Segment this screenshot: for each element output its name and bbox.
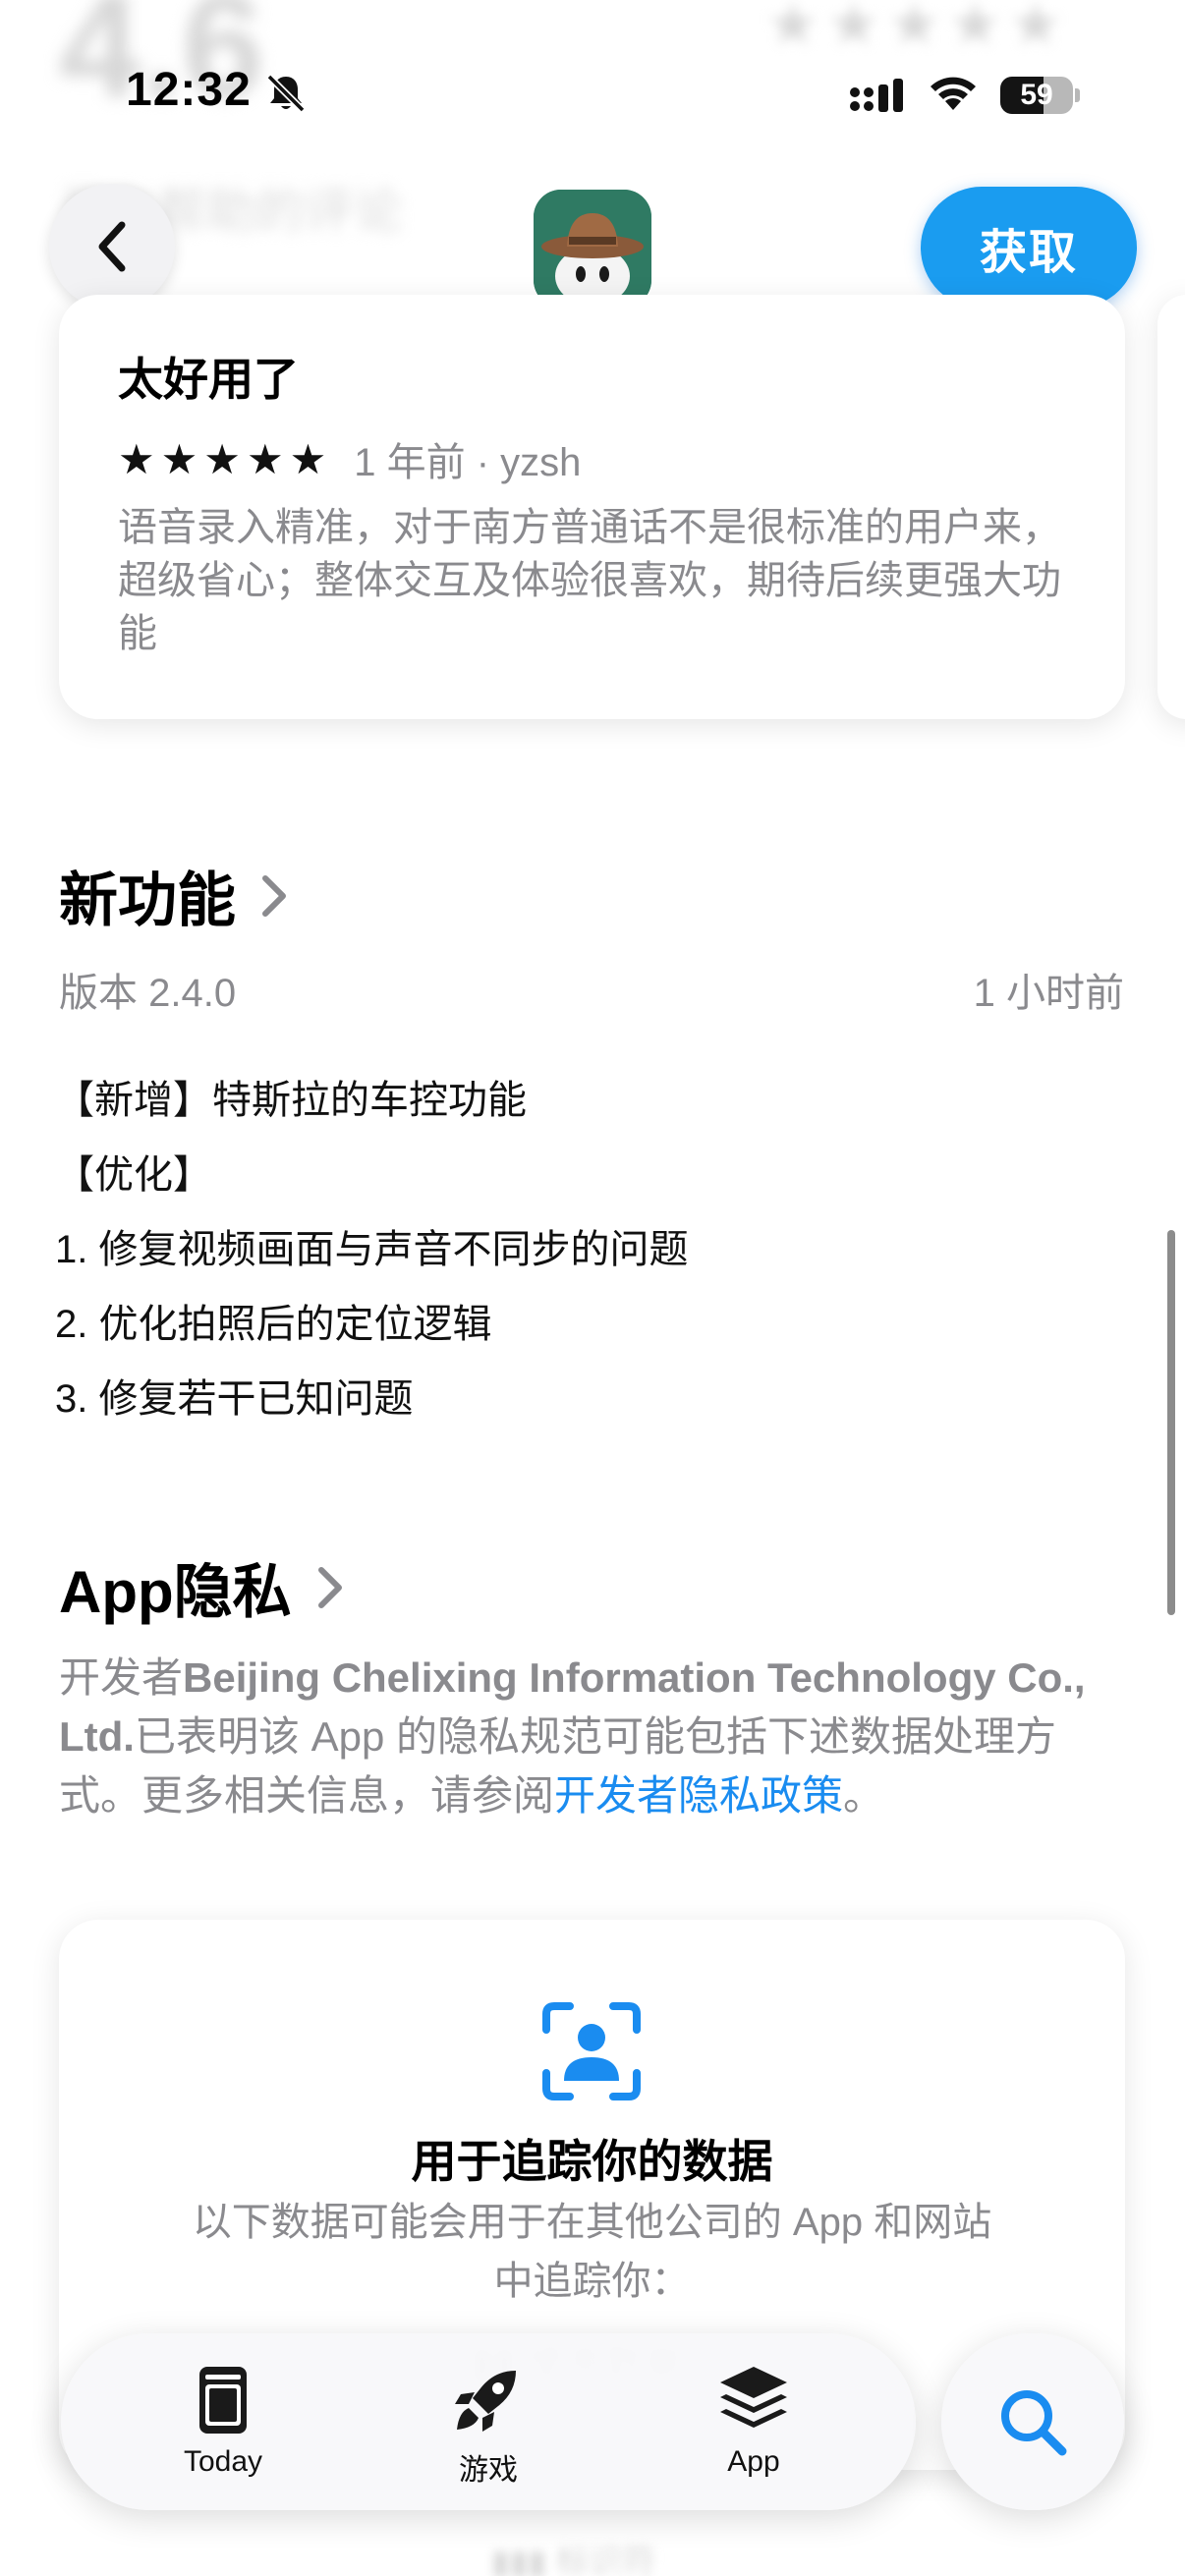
tab-bar: Today 游戏 App [61, 2333, 916, 2510]
bell-mute-icon [266, 74, 306, 113]
back-button[interactable] [49, 184, 175, 309]
tab-apps[interactable]: App [660, 2363, 847, 2491]
review-title: 太好用了 [118, 354, 299, 405]
tab-label: 游戏 [459, 2454, 518, 2487]
battery-icon: 59 [1000, 77, 1080, 114]
privacy-description: 开发者Beijing Chelixing Information Technol… [59, 1649, 1130, 1825]
version-time: 1 小时前 [973, 972, 1124, 1015]
tracking-person-icon [542, 2002, 641, 2100]
cellular-signal-icon [850, 79, 903, 112]
release-note-line: 【优化】 [55, 1153, 212, 1197]
status-bar: 12:32 59 [0, 0, 1185, 187]
chevron-right-icon [262, 874, 286, 917]
release-notes: 【新增】特斯拉的车控功能 【优化】 1. 修复视频画面与声音不同步的问题 2. … [55, 1063, 688, 1436]
review-body: 语音录入精准，对于南方普通话不是很标准的用户来，超级省心；整体交互及体验很喜欢，… [118, 506, 1061, 655]
star-rating: ★★★★★ [118, 435, 333, 482]
app-stack-icon [720, 2367, 787, 2428]
release-note-line: 2. 优化拍照后的定位逻辑 [55, 1303, 492, 1346]
release-note-line: 3. 修复若干已知问题 [55, 1377, 414, 1421]
privacy-desc-prefix: 开发者 [59, 1654, 184, 1701]
search-button[interactable] [941, 2333, 1124, 2510]
background-blur: ▮▮▮ 标识符 [491, 2544, 656, 2576]
next-review-card[interactable] [1157, 295, 1185, 719]
status-time: 12:32 [126, 64, 252, 116]
release-note-line: 【新增】特斯拉的车控功能 [55, 1079, 527, 1122]
tracking-title: 用于追踪你的数据 [411, 2136, 773, 2187]
today-icon [199, 2367, 247, 2434]
cowboy-mascot-icon [534, 190, 651, 308]
version-label: 版本 2.4.0 [59, 972, 237, 1015]
review-meta: ★★★★★ 1 年前 · yzsh [118, 430, 581, 487]
app-privacy-header[interactable]: App隐私 [59, 1544, 347, 1630]
developer-privacy-policy-link[interactable]: 开发者隐私政策 [554, 1772, 843, 1819]
get-button[interactable]: 获取 [921, 187, 1137, 308]
tab-games[interactable]: 游戏 [395, 2363, 582, 2491]
tab-label: App [727, 2445, 780, 2478]
tracking-description: 以下数据可能会用于在其他公司的 App 和网站中追踪你： [192, 2201, 992, 2303]
review-card[interactable]: 太好用了 ★★★★★ 1 年前 · yzsh 语音录入精准，对于南方普通话不是很… [59, 295, 1125, 719]
whats-new-header[interactable]: 新功能 [59, 853, 291, 938]
search-icon [1001, 2390, 1067, 2456]
chevron-right-icon [317, 1566, 342, 1608]
release-note-line: 1. 修复视频画面与声音不同步的问题 [55, 1228, 689, 1271]
app-icon [534, 190, 651, 308]
privacy-desc-suffix: 。 [843, 1772, 885, 1819]
tab-today[interactable]: Today [130, 2363, 316, 2491]
chevron-left-icon [98, 221, 126, 272]
rocket-icon [455, 2371, 516, 2432]
whats-new-title: 新功能 [59, 868, 236, 933]
scroll-indicator[interactable] [1167, 1230, 1175, 1615]
battery-percent: 59 [1020, 79, 1053, 111]
tab-label: Today [183, 2445, 263, 2478]
review-date-author: 1 年前 · yzsh [354, 441, 582, 484]
wifi-icon [931, 77, 976, 110]
app-privacy-title: App隐私 [59, 1559, 292, 1625]
